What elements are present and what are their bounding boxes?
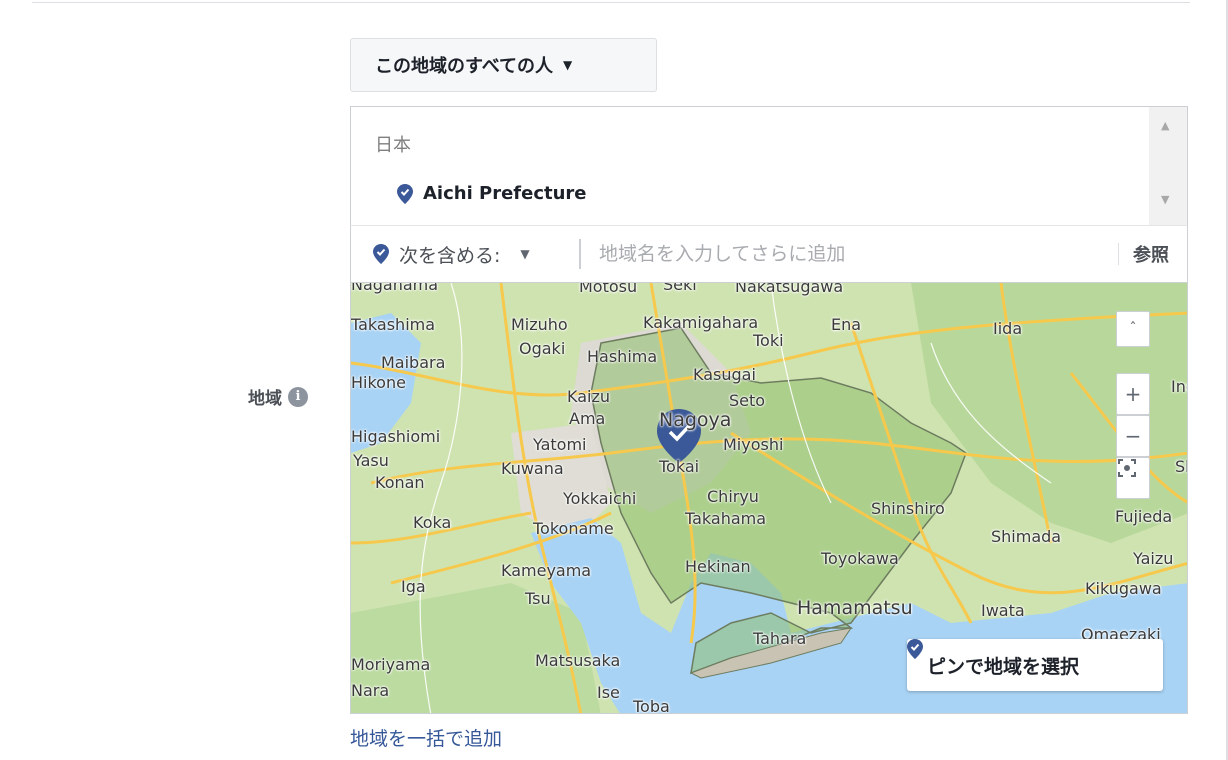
map-label: Iwata — [981, 601, 1025, 620]
map-label: Tahara — [753, 629, 807, 648]
scroll-down-icon[interactable]: ▼ — [1161, 193, 1169, 206]
map-label: Moriyama — [351, 655, 431, 674]
pin-select-button[interactable]: ピンで地域を選択 — [907, 639, 1163, 691]
location-pin-icon — [907, 639, 923, 659]
map-label: Iida — [993, 319, 1023, 338]
selected-locations-box: 日本 Aichi Prefecture ▲ ▼ — [350, 106, 1188, 226]
map-label: Toyokawa — [821, 549, 899, 568]
map-label: Ogaki — [519, 339, 566, 358]
map-label: Kakamigahara — [643, 313, 759, 332]
map-label: Miyoshi — [723, 435, 784, 454]
top-divider — [32, 2, 1190, 3]
location-pin-icon — [397, 183, 413, 204]
map-label: Takashima — [351, 315, 436, 334]
map-label: Yaizu — [1133, 549, 1174, 568]
map-label: Ena — [831, 315, 862, 334]
include-label: 次を含める: — [399, 244, 501, 267]
map-label: Nara — [351, 681, 390, 700]
minus-icon: − — [1124, 424, 1142, 448]
map-label: Seki — [663, 282, 697, 294]
map-label: Hashima — [587, 347, 658, 366]
map-label: Kuwana — [501, 459, 564, 478]
caret-down-icon: ▼ — [563, 58, 573, 72]
map-label: Nakatsugawa — [735, 282, 844, 296]
map-label: Shimada — [991, 527, 1062, 546]
chevron-up-icon: ˆ — [1129, 321, 1137, 337]
map[interactable]: Nagahama Motosu Seki Nakatsugawa Takashi… — [350, 282, 1188, 714]
map-label: Kasugai — [693, 365, 756, 384]
map-label: Kikugawa — [1085, 579, 1162, 598]
scroll-up-icon[interactable]: ▲ — [1161, 119, 1169, 132]
map-label: Tokoname — [533, 519, 614, 538]
recenter-icon — [1118, 459, 1136, 477]
map-label: Tsu — [525, 589, 551, 608]
map-label: Hikone — [351, 373, 406, 392]
selected-location-name: Aichi Prefecture — [423, 183, 587, 204]
browse-button[interactable]: 参照 — [1133, 241, 1187, 267]
zoom-out-button[interactable]: − — [1116, 415, 1150, 457]
map-label: Seto — [729, 391, 766, 410]
divider — [1118, 243, 1119, 265]
map-label: Mizuho — [511, 315, 568, 334]
caret-down-icon: ▼ — [520, 247, 530, 261]
map-label: Yatomi — [533, 435, 587, 454]
map-label: Toki — [753, 331, 784, 350]
recenter-button[interactable] — [1116, 457, 1150, 499]
map-label: Kaizu — [567, 387, 610, 406]
plus-icon: + — [1124, 382, 1142, 406]
map-label: Yokkaichi — [563, 489, 637, 508]
map-label: Shinshiro — [871, 499, 945, 518]
map-label: Ise — [597, 683, 620, 702]
map-label: Motosu — [579, 282, 638, 296]
info-icon[interactable]: i — [288, 386, 308, 407]
scrollbar[interactable]: ▲ ▼ — [1149, 107, 1187, 225]
map-label: Konan — [375, 473, 425, 492]
map-label: Hamamatsu — [797, 597, 913, 619]
map-label: Koka — [413, 513, 452, 532]
include-selector[interactable]: 次を含める: ▼ — [351, 241, 579, 268]
zoom-in-button[interactable]: + — [1116, 373, 1150, 415]
map-label: Maibara — [381, 353, 446, 372]
map-label: Toba — [633, 697, 670, 714]
map-label: Iga — [401, 577, 426, 596]
map-label: Shizuoka — [1175, 457, 1187, 476]
map-label: Hekinan — [685, 557, 751, 576]
map-label: Chiryu — [707, 487, 759, 506]
map-label: Kameyama — [501, 561, 592, 580]
pin-select-label: ピンで地域を選択 — [927, 655, 1080, 678]
map-label: Matsusaka — [535, 651, 621, 670]
collapse-map-button[interactable]: ˆ — [1116, 311, 1150, 347]
audience-dropdown-label: この地域のすべての人 — [375, 56, 554, 77]
bulk-add-link[interactable]: 地域を一括で追加 — [350, 724, 502, 751]
map-label: Ama — [569, 409, 606, 428]
audience-dropdown[interactable]: この地域のすべての人 ▼ — [350, 38, 657, 92]
map-label: Nagoya — [659, 409, 732, 431]
country-heading: 日本 — [375, 135, 411, 156]
map-label: Takahama — [685, 509, 767, 528]
map-label: Higashiomi — [351, 427, 441, 446]
map-label: Nagahama — [351, 282, 439, 294]
map-label: Yasu — [353, 451, 389, 470]
selected-location-item[interactable]: Aichi Prefecture — [397, 183, 587, 204]
region-label-text: 地域 — [248, 389, 282, 409]
map-label: Fujieda — [1115, 507, 1173, 526]
map-label: Ino — [1171, 377, 1187, 396]
location-pin-icon — [373, 244, 389, 264]
include-row: 次を含める: ▼ 参照 — [350, 225, 1188, 283]
map-label: Tokai — [659, 457, 700, 476]
region-field-label: 地域 i — [248, 384, 308, 409]
location-search-input[interactable] — [581, 234, 1118, 274]
